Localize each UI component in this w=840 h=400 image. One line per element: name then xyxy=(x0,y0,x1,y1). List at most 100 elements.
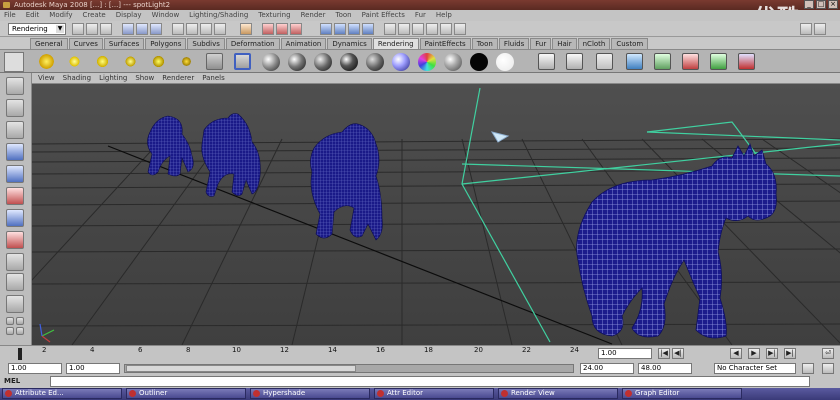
panel-menu-shading[interactable]: Shading xyxy=(63,73,91,83)
task-attr-editor[interactable]: Attr Editor xyxy=(374,388,494,399)
snap-point-icon[interactable] xyxy=(200,23,212,35)
ambient-light-icon[interactable] xyxy=(38,53,55,70)
tab-painteffects[interactable]: PaintEffects xyxy=(419,38,471,49)
tab-fur[interactable]: Fur xyxy=(530,38,552,49)
panel-menu-panels[interactable]: Panels xyxy=(202,73,225,83)
ipr-render-icon[interactable] xyxy=(276,23,288,35)
layout-two-icon[interactable] xyxy=(16,317,24,325)
phonge-sphere-icon[interactable] xyxy=(340,53,358,71)
tab-fluids[interactable]: Fluids xyxy=(498,38,530,49)
current-frame-field[interactable]: 1.00 xyxy=(598,348,652,359)
hypershade-icon[interactable] xyxy=(596,53,613,70)
menu-paint-effects[interactable]: Paint Effects xyxy=(362,10,405,21)
scale-tool-icon[interactable] xyxy=(6,187,24,205)
range-handle[interactable] xyxy=(126,365,356,372)
select-tool-icon[interactable] xyxy=(6,77,24,95)
layout-outliner-icon[interactable] xyxy=(6,327,14,335)
channel-toggle-icon[interactable] xyxy=(814,23,826,35)
layout-graph-icon[interactable] xyxy=(16,327,24,335)
auto-key-button[interactable]: ⏎ xyxy=(822,348,834,359)
menu-lighting-shading[interactable]: Lighting/Shading xyxy=(189,10,248,21)
render-globals-icon[interactable] xyxy=(654,53,671,70)
icon-e[interactable] xyxy=(440,23,452,35)
phong-sphere-icon[interactable] xyxy=(314,53,332,71)
soft-mod-icon[interactable] xyxy=(6,231,24,249)
select-hierarchy-icon[interactable] xyxy=(122,23,134,35)
play-backward-button[interactable]: ◀ xyxy=(730,348,742,359)
tab-surfaces[interactable]: Surfaces xyxy=(103,38,145,49)
icon-d[interactable] xyxy=(426,23,438,35)
paint-select-tool-icon[interactable] xyxy=(6,121,24,139)
playback-end-field[interactable]: 24.00 xyxy=(580,363,634,374)
menu-help[interactable]: Help xyxy=(436,10,452,21)
task-render-view[interactable]: Render View xyxy=(498,388,618,399)
icon-a[interactable] xyxy=(384,23,396,35)
batch-render-icon[interactable] xyxy=(682,53,699,70)
panel-menu-show[interactable]: Show xyxy=(135,73,154,83)
select-object-icon[interactable] xyxy=(136,23,148,35)
menu-window[interactable]: Window xyxy=(152,10,180,21)
animation-start-field[interactable]: 1.00 xyxy=(8,363,62,374)
playback-start-field[interactable]: 1.00 xyxy=(66,363,120,374)
tool-settings-icon[interactable] xyxy=(334,23,346,35)
menu-edit[interactable]: Edit xyxy=(26,10,40,21)
menu-texturing[interactable]: Texturing xyxy=(258,10,290,21)
paint-brush-icon[interactable] xyxy=(738,53,755,70)
tab-deformation[interactable]: Deformation xyxy=(225,38,280,49)
menu-modify[interactable]: Modify xyxy=(49,10,72,21)
move-tool-icon[interactable] xyxy=(6,143,24,161)
spot-light-icon[interactable] xyxy=(122,53,139,70)
camera-aim-icon[interactable] xyxy=(234,53,251,70)
snap-curve-icon[interactable] xyxy=(186,23,198,35)
light-link-icon[interactable] xyxy=(710,53,727,70)
texture-icon-2[interactable] xyxy=(566,53,583,70)
menu-toon[interactable]: Toon xyxy=(335,10,351,21)
task-attribute-editor[interactable]: Attribute Ed... xyxy=(2,388,122,399)
icon-b[interactable] xyxy=(398,23,410,35)
camera-icon[interactable] xyxy=(206,53,223,70)
select-component-icon[interactable] xyxy=(150,23,162,35)
history-icon[interactable] xyxy=(240,23,252,35)
save-scene-icon[interactable] xyxy=(100,23,112,35)
minimize-button[interactable]: _ xyxy=(804,0,814,9)
task-hypershade[interactable]: Hypershade xyxy=(250,388,370,399)
step-forward-key-button[interactable]: ▶| xyxy=(766,348,778,359)
key-icon[interactable] xyxy=(822,363,834,374)
panel-menu-lighting[interactable]: Lighting xyxy=(99,73,127,83)
layout-quad-icon[interactable] xyxy=(6,317,14,325)
step-back-key-button[interactable]: ◀| xyxy=(672,348,684,359)
last-tool-icon[interactable] xyxy=(6,273,24,291)
character-set-field[interactable]: No Character Set xyxy=(714,363,796,374)
new-scene-icon[interactable] xyxy=(72,23,84,35)
texture-icon-1[interactable] xyxy=(538,53,555,70)
task-outliner[interactable]: Outliner xyxy=(126,388,246,399)
tab-toon[interactable]: Toon xyxy=(471,38,498,49)
shading-map-icon[interactable] xyxy=(444,53,462,71)
volume-light-icon[interactable] xyxy=(178,53,195,70)
render-settings-icon[interactable] xyxy=(290,23,302,35)
layer-editor-icon[interactable] xyxy=(362,23,374,35)
menu-set-dropdown[interactable]: Rendering ▼ xyxy=(8,23,66,35)
menu-fur[interactable]: Fur xyxy=(415,10,426,21)
attribute-editor-icon[interactable] xyxy=(320,23,332,35)
surface-shader-icon[interactable] xyxy=(470,53,488,71)
snap-plane-icon[interactable] xyxy=(214,23,226,35)
render-frame-icon[interactable] xyxy=(262,23,274,35)
tab-general[interactable]: General xyxy=(30,38,68,49)
ramp-shader-icon[interactable] xyxy=(418,53,436,71)
current-time-marker[interactable] xyxy=(18,348,22,360)
blinn-sphere-icon[interactable] xyxy=(288,53,306,71)
use-background-icon[interactable] xyxy=(496,53,514,71)
time-slider[interactable]: 2 4 6 8 10 12 14 16 18 20 22 24 1.00 |◀ … xyxy=(0,345,840,361)
perspective-viewport[interactable] xyxy=(32,84,840,345)
rotate-tool-icon[interactable] xyxy=(6,165,24,183)
menu-file[interactable]: File xyxy=(4,10,16,21)
lambert-sphere-icon[interactable] xyxy=(262,53,280,71)
mel-command-input[interactable] xyxy=(50,376,810,387)
character-set-menu-icon[interactable] xyxy=(802,363,814,374)
icon-f[interactable] xyxy=(454,23,466,35)
open-scene-icon[interactable] xyxy=(86,23,98,35)
panel-menu-renderer[interactable]: Renderer xyxy=(162,73,194,83)
animation-end-field[interactable]: 48.00 xyxy=(638,363,692,374)
single-perspective-layout-icon[interactable] xyxy=(6,295,24,313)
